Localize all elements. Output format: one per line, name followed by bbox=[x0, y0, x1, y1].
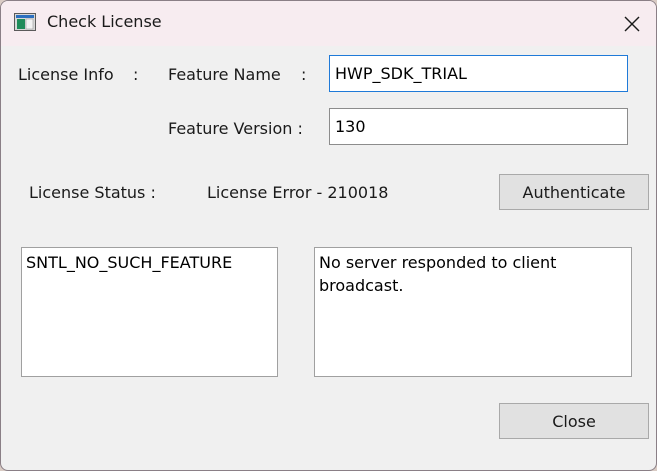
feature-name-input[interactable]: HWP_SDK_TRIAL bbox=[329, 55, 628, 92]
server-message-textarea[interactable]: No server responded to client broadcast. bbox=[314, 247, 632, 377]
license-status-label: License Status : bbox=[29, 183, 156, 202]
feature-name-separator: : bbox=[301, 65, 307, 84]
feature-result-textarea[interactable]: SNTL_NO_SUCH_FEATURE bbox=[21, 247, 278, 377]
close-button[interactable]: Close bbox=[499, 403, 649, 439]
license-app-icon bbox=[14, 13, 36, 31]
license-status-value: License Error - 210018 bbox=[207, 183, 389, 202]
license-info-label: License Info bbox=[18, 65, 114, 84]
close-icon[interactable] bbox=[609, 1, 655, 46]
feature-name-label: Feature Name bbox=[168, 65, 281, 84]
feature-version-label: Feature Version : bbox=[168, 119, 303, 138]
feature-version-input[interactable]: 130 bbox=[329, 108, 628, 145]
authenticate-button[interactable]: Authenticate bbox=[499, 174, 649, 210]
check-license-dialog: Check License License Info : Feature Nam… bbox=[0, 0, 657, 471]
window-title: Check License bbox=[47, 12, 162, 31]
license-info-separator: : bbox=[133, 65, 139, 84]
title-bar[interactable]: Check License bbox=[1, 1, 656, 46]
